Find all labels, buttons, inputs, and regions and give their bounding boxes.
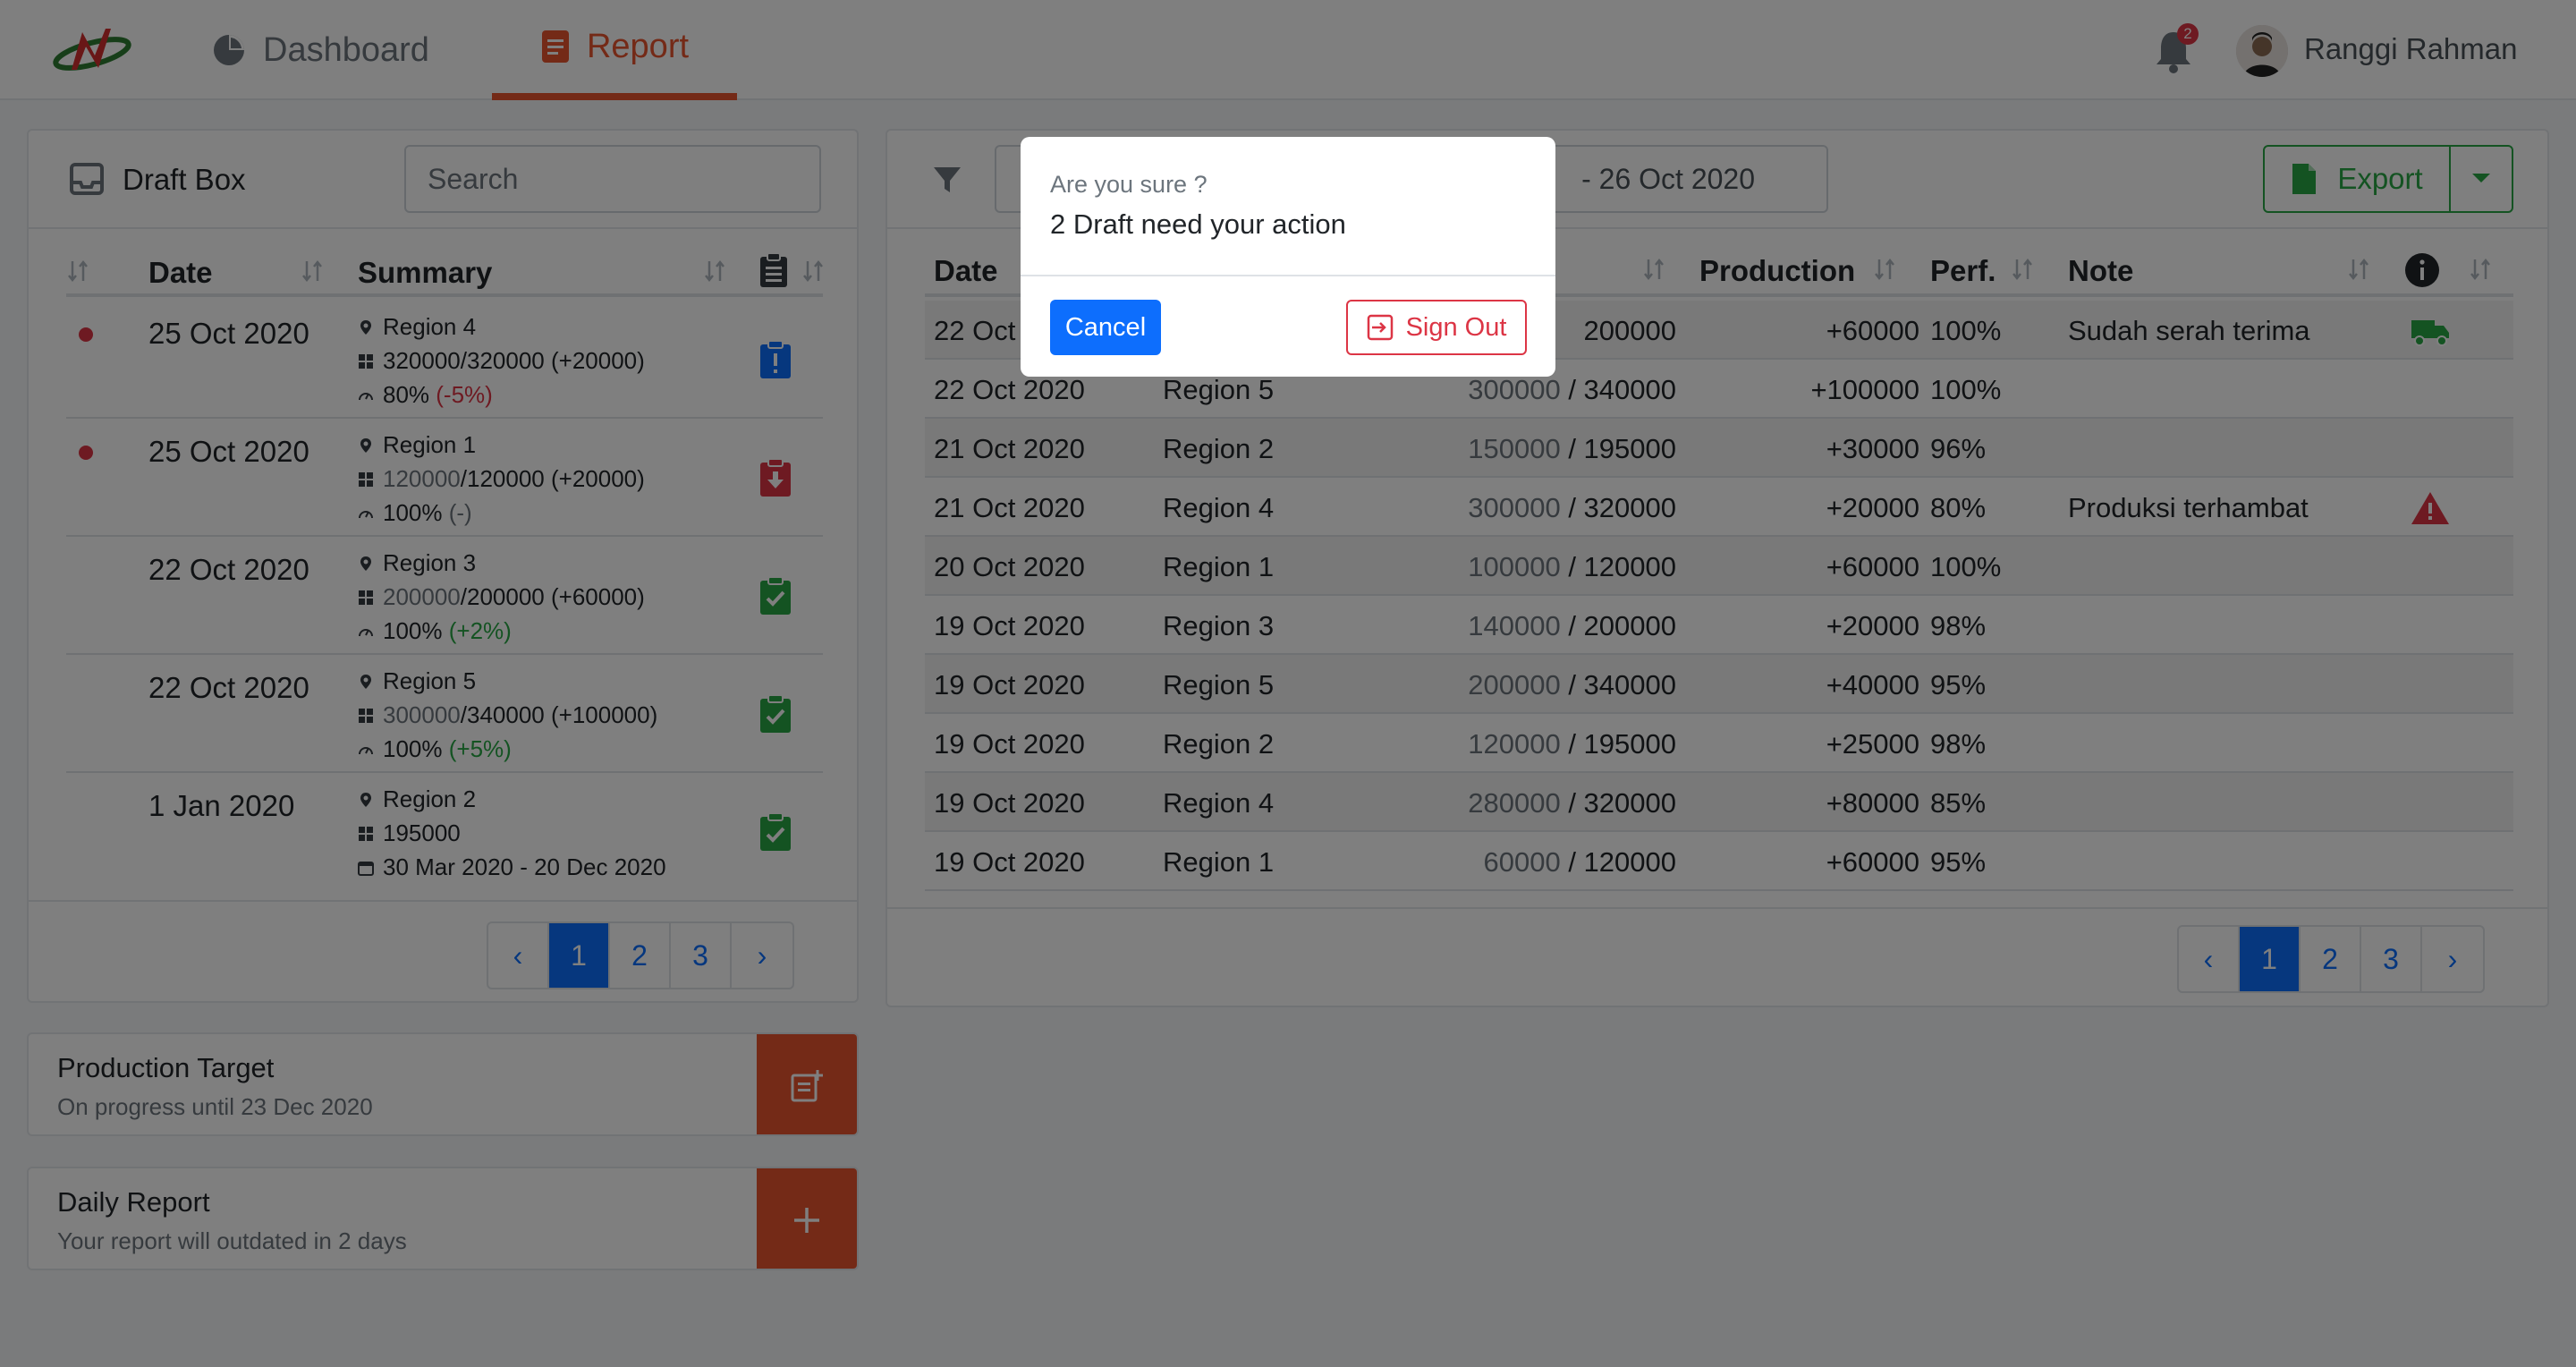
- sign-out-label: Sign Out: [1405, 312, 1507, 342]
- cancel-button[interactable]: Cancel: [1050, 300, 1161, 355]
- divider: [1021, 275, 1555, 276]
- dialog-title: 2 Draft need your action: [1050, 208, 1346, 240]
- confirm-dialog: Are you sure ? 2 Draft need your action …: [1021, 137, 1555, 377]
- sign-out-icon: [1367, 314, 1393, 341]
- sign-out-button[interactable]: Sign Out: [1346, 300, 1527, 355]
- dialog-subtitle: Are you sure ?: [1050, 171, 1208, 198]
